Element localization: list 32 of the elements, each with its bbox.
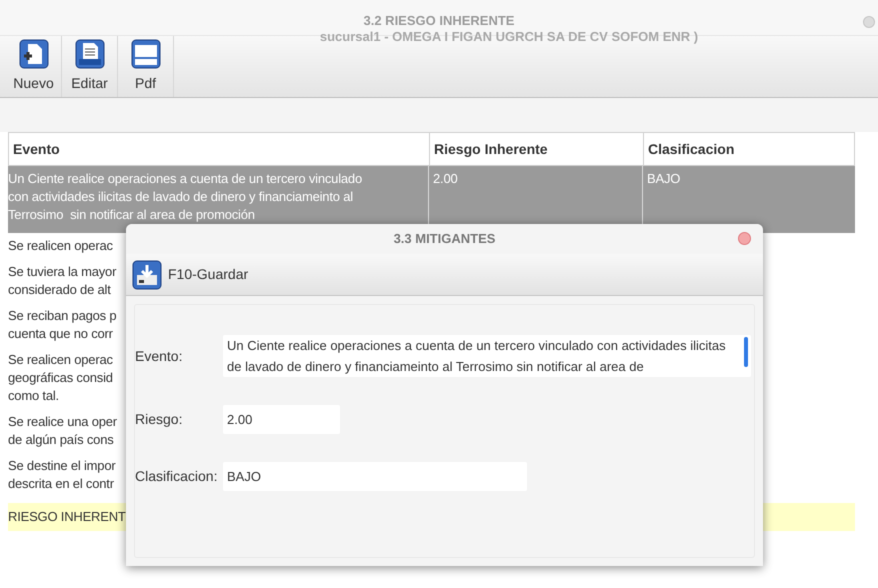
column-header[interactable]: Riesgo Inherente: [429, 133, 643, 165]
window-title: 3.2 RIESGO INHERENTE: [364, 14, 514, 27]
dialog-title: 3.3 MITIGANTES: [394, 230, 496, 248]
new-document-icon: [18, 39, 48, 69]
table-cell: RIESGO INHERENT: [8, 508, 124, 526]
field-label: Evento:: [135, 346, 184, 366]
table-cell-text: Se realice una oper de algún país cons: [8, 413, 118, 449]
table-cell-text: Se realicen operac geográficas consid como tal.: [8, 351, 114, 405]
column-header[interactable]: Evento: [9, 133, 429, 165]
table-cell-text: Se destine el impor descrita en el contr: [8, 457, 116, 493]
save-button[interactable]: F10-Guardar: [132, 260, 248, 290]
table-cell-text: Un Ciente realice operaciones a cuenta de un tercero vinculado con actividades ilicitas de lavado de dinero y financiameinto al Terrosimo sin notificar al area de promoción: [8, 170, 363, 224]
table-cell-text: Se tuviera la mayor considerado de alt: [8, 263, 118, 299]
field-label: Clasificacion:: [135, 467, 218, 486]
save-icon: [132, 260, 162, 290]
input-field[interactable]: BAJO: [223, 462, 527, 491]
field-value: 2.00: [227, 410, 252, 429]
table-cell-text: Se realicen operac: [8, 237, 114, 255]
toolbar-button[interactable]: Editar: [62, 36, 118, 97]
close-button[interactable]: [863, 16, 875, 28]
document-icon: [74, 39, 104, 69]
window-subtitle: sucursal1 - OMEGA I FIGAN UGRCH SA DE CV SOFOM ENR ): [320, 30, 698, 43]
toolbar-button[interactable]: Nuevo: [6, 36, 62, 97]
scrollbar[interactable]: [744, 337, 748, 367]
field-label: Riesgo:: [135, 410, 184, 429]
pdf-icon: [130, 39, 160, 69]
field-value: BAJO: [227, 468, 261, 486]
input-field[interactable]: 2.00: [223, 405, 340, 434]
column-header[interactable]: Clasificacion: [643, 133, 856, 165]
table-cell-text: Se reciban pagos p cuenta que no corr: [8, 307, 118, 343]
close-button[interactable]: [738, 232, 751, 245]
toolbar-button[interactable]: Pdf: [118, 36, 174, 97]
